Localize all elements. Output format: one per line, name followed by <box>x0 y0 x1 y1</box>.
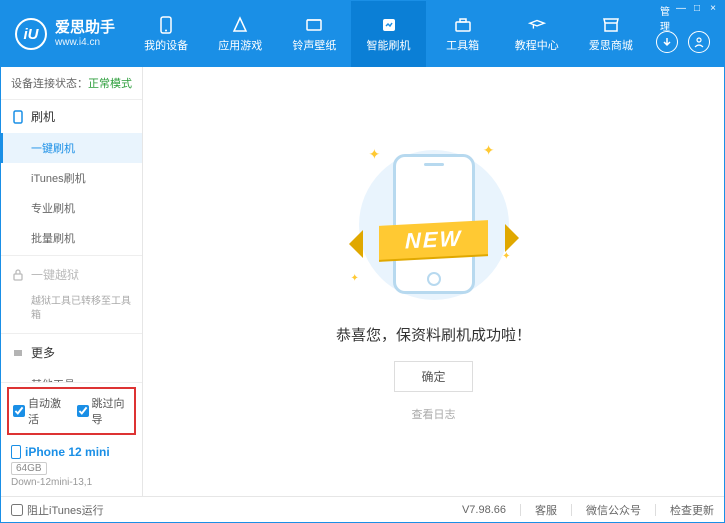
success-illustration: ✦ ✦ ✦ ✦ NEW <box>329 142 539 312</box>
more-icon <box>11 347 25 359</box>
tab-apps[interactable]: 应用游戏 <box>203 1 277 67</box>
sidebar: 设备连接状态：正常模式 刷机 一键刷机 iTunes刷机 专业刷机 批量刷机 一… <box>1 67 143 496</box>
storage-badge: 64GB <box>11 462 47 475</box>
skip-guide-input[interactable] <box>77 405 89 417</box>
flash-icon <box>380 16 398 34</box>
divider <box>1 333 142 334</box>
ok-button[interactable]: 确定 <box>394 361 472 392</box>
main-content: ✦ ✦ ✦ ✦ NEW 恭喜您，保资料刷机成功啦！ 确定 查看日志 <box>143 67 724 496</box>
sidebar-group-flash[interactable]: 刷机 <box>1 100 142 133</box>
customer-service-link[interactable]: 客服 <box>535 502 557 518</box>
app-window: iU 爱思助手 www.i4.cn 我的设备 应用游戏 铃声壁纸 智能刷机 <box>0 0 725 523</box>
sidebar-scroll: 刷机 一键刷机 iTunes刷机 专业刷机 批量刷机 一键越狱 越狱工具已转移至… <box>1 100 142 382</box>
skip-guide-checkbox[interactable]: 跳过向导 <box>77 395 131 427</box>
auto-activate-input[interactable] <box>13 405 25 417</box>
tab-store[interactable]: 爱思商城 <box>574 1 648 67</box>
checkbox-label: 跳过向导 <box>92 395 131 427</box>
divider <box>1 255 142 256</box>
tab-label: 我的设备 <box>144 37 188 53</box>
sidebar-item-pro-flash[interactable]: 专业刷机 <box>1 193 142 223</box>
sidebar-group-jailbreak: 一键越狱 <box>1 258 142 291</box>
device-name: iPhone 12 mini <box>11 445 132 459</box>
tutorial-icon <box>528 16 546 34</box>
phone-small-icon <box>11 110 25 124</box>
brand: iU 爱思助手 www.i4.cn <box>1 1 129 67</box>
sparkle-icon: ✦ <box>369 146 381 163</box>
toolbox-icon <box>454 16 472 34</box>
checkbox-label: 阻止iTunes运行 <box>27 502 104 518</box>
ribbon-text: NEW <box>379 220 488 260</box>
block-itunes-checkbox[interactable]: 阻止iTunes运行 <box>11 502 104 518</box>
tab-label: 应用游戏 <box>218 37 262 53</box>
new-ribbon: NEW <box>329 220 539 260</box>
tab-my-device[interactable]: 我的设备 <box>129 1 203 67</box>
sidebar-group-title: 更多 <box>31 344 55 361</box>
divider <box>655 504 656 516</box>
brand-title: 爱思助手 <box>55 20 115 37</box>
store-icon <box>602 16 620 34</box>
sidebar-group-title: 一键越狱 <box>31 266 79 283</box>
lock-icon <box>11 269 25 281</box>
sparkle-icon: ✦ <box>483 142 495 159</box>
brand-text: 爱思助手 www.i4.cn <box>55 20 115 48</box>
sparkle-icon: ✦ <box>351 273 359 284</box>
tab-toolbox[interactable]: 工具箱 <box>426 1 500 67</box>
sidebar-item-other-tools[interactable]: 其他工具 <box>1 369 142 382</box>
divider <box>571 504 572 516</box>
tab-label: 爱思商城 <box>589 37 633 53</box>
connection-label: 设备连接状态： <box>11 78 88 90</box>
sidebar-item-batch-flash[interactable]: 批量刷机 <box>1 223 142 253</box>
sidebar-item-itunes-flash[interactable]: iTunes刷机 <box>1 163 142 193</box>
close-button[interactable]: × <box>706 3 720 33</box>
success-message: 恭喜您，保资料刷机成功啦！ <box>336 324 531 345</box>
block-itunes-input[interactable] <box>11 504 23 516</box>
minimize-button[interactable]: — <box>674 3 688 33</box>
divider <box>520 504 521 516</box>
sidebar-item-oneclick-flash[interactable]: 一键刷机 <box>1 133 142 163</box>
check-update-link[interactable]: 检查更新 <box>670 502 714 518</box>
tab-flash[interactable]: 智能刷机 <box>351 1 425 67</box>
checkbox-panel: 自动激活 跳过向导 <box>7 387 136 435</box>
footer-right: V7.98.66 客服 微信公众号 检查更新 <box>462 502 714 518</box>
manage-button[interactable]: 管理 <box>658 3 672 33</box>
footer: 阻止iTunes运行 V7.98.66 客服 微信公众号 检查更新 <box>1 496 724 522</box>
device-info[interactable]: iPhone 12 mini 64GB Down-12mini-13,1 <box>1 439 142 496</box>
tab-ringtone[interactable]: 铃声壁纸 <box>277 1 351 67</box>
checkbox-label: 自动激活 <box>28 395 67 427</box>
apps-icon <box>231 16 249 34</box>
sidebar-group-title: 刷机 <box>31 108 55 125</box>
tab-tutorial[interactable]: 教程中心 <box>500 1 574 67</box>
version-label: V7.98.66 <box>462 504 506 516</box>
connection-value: 正常模式 <box>88 78 132 90</box>
tab-label: 工具箱 <box>446 37 479 53</box>
sidebar-group-more[interactable]: 更多 <box>1 336 142 369</box>
connection-status: 设备连接状态：正常模式 <box>1 67 142 100</box>
wechat-link[interactable]: 微信公众号 <box>586 502 641 518</box>
tab-label: 智能刷机 <box>367 37 411 53</box>
jailbreak-note: 越狱工具已转移至工具箱 <box>1 291 142 331</box>
top-tabs: 我的设备 应用游戏 铃声壁纸 智能刷机 工具箱 教程中心 <box>129 1 648 67</box>
maximize-button[interactable]: □ <box>690 3 704 33</box>
sidebar-bottom: 自动激活 跳过向导 iPhone 12 mini 64GB Down-12min… <box>1 382 142 496</box>
device-model: Down-12mini-13,1 <box>11 477 132 488</box>
phone-icon <box>157 16 175 34</box>
header: iU 爱思助手 www.i4.cn 我的设备 应用游戏 铃声壁纸 智能刷机 <box>1 1 724 67</box>
brand-logo-icon: iU <box>15 18 47 50</box>
ringtone-icon <box>305 16 323 34</box>
auto-activate-checkbox[interactable]: 自动激活 <box>13 395 67 427</box>
window-controls: 管理 — □ × <box>654 1 724 35</box>
view-log-link[interactable]: 查看日志 <box>412 406 456 422</box>
body: 设备连接状态：正常模式 刷机 一键刷机 iTunes刷机 专业刷机 批量刷机 一… <box>1 67 724 496</box>
tab-label: 教程中心 <box>515 37 559 53</box>
brand-subtitle: www.i4.cn <box>55 37 115 48</box>
tab-label: 铃声壁纸 <box>292 37 336 53</box>
